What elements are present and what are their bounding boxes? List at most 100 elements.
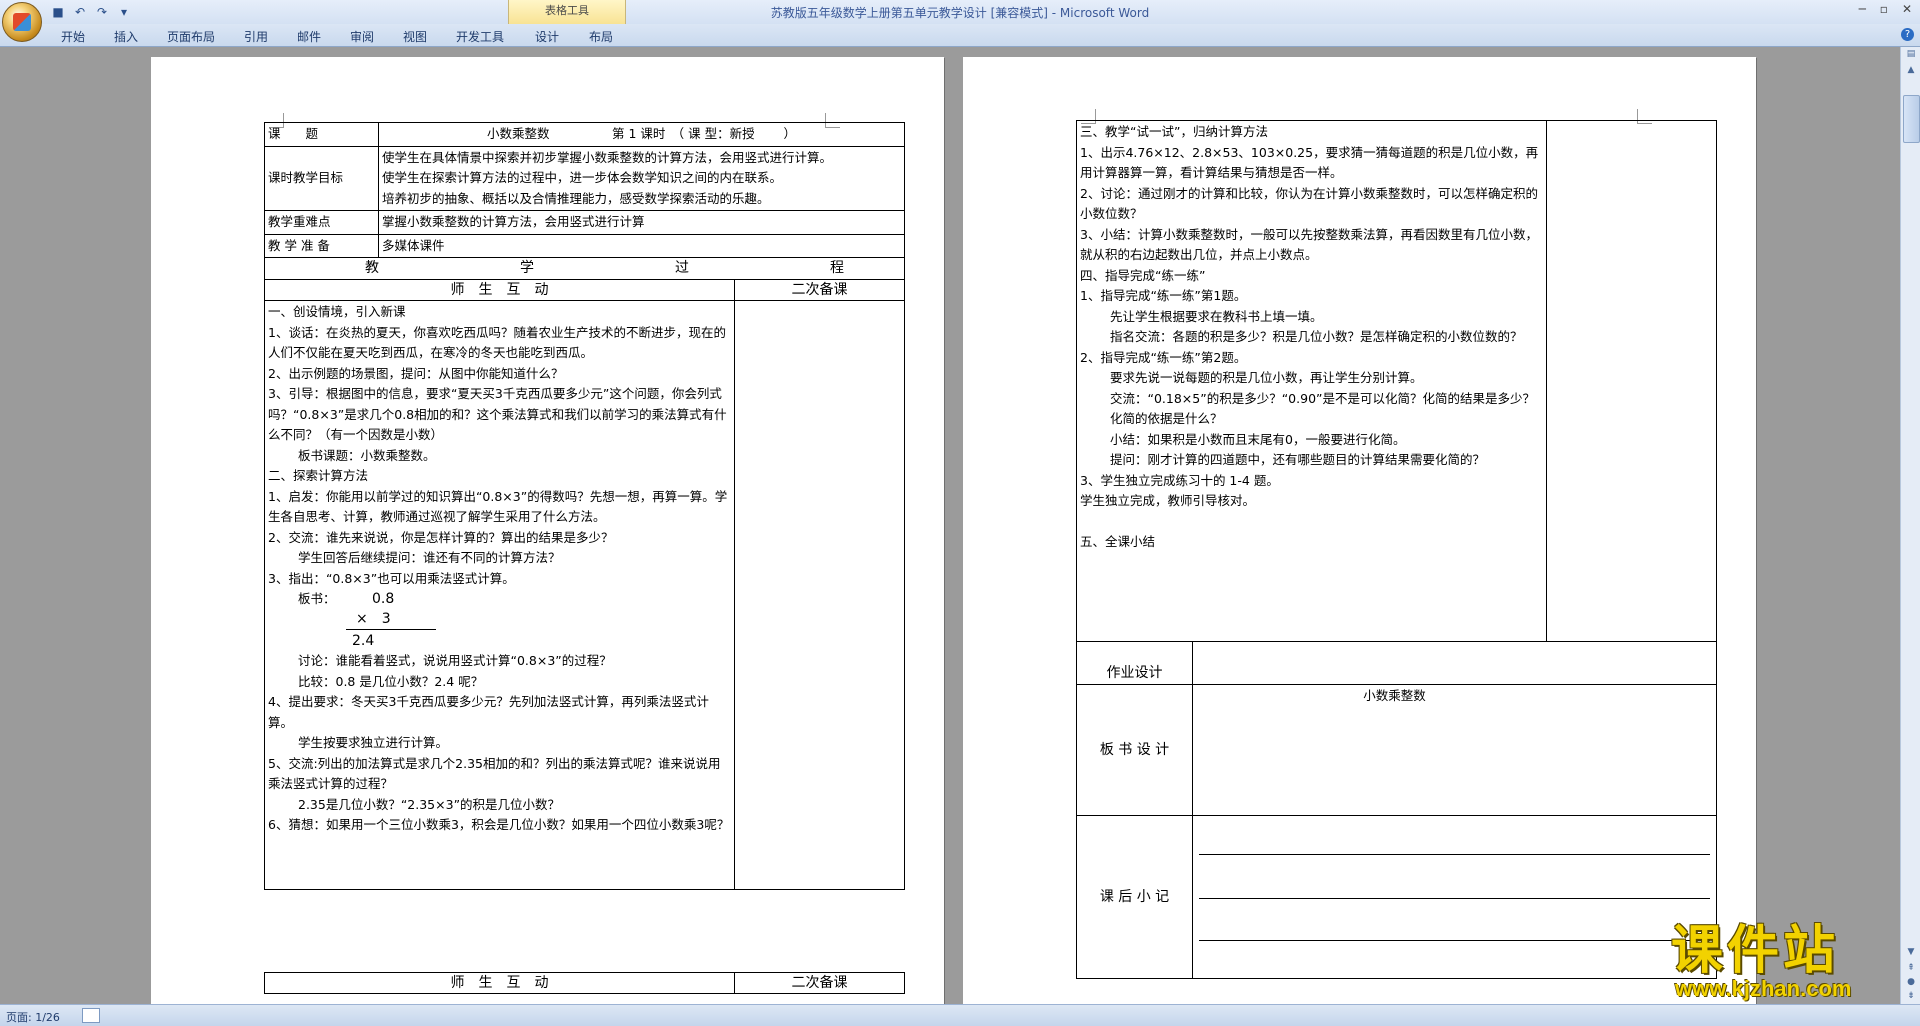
body-line: 6、猜想：如果用一个三位小数乘3，积会是几位小数？如果用一个四位小数乘3呢？	[268, 817, 730, 832]
scroll-down-icon[interactable]: ▼	[1904, 947, 1918, 961]
lesson-plan-table: 课 题 小数乘整数 第 1 课时 （ 课 型：新授 ） 课时教学目标 使学生在具…	[263, 122, 906, 890]
keypoint-value[interactable]: 掌握小数乘整数的计算方法，会用竖式进行计算	[377, 210, 906, 235]
process-char: 程	[830, 260, 844, 276]
homework-label: 作业设计	[1076, 641, 1193, 685]
browse-object-icon[interactable]: ●	[1904, 977, 1918, 991]
context-tab-group-label: 表格工具	[545, 4, 589, 17]
vertical-scrollbar[interactable]: ▤ ▲ ▼ ⇞ ● ⇟	[1900, 47, 1920, 1004]
body-line: 提问：刚才计算的四道题中，还有哪些题目的计算结果需要化简的？	[1110, 452, 1486, 467]
table-row: 一、创设情境，引入新课 1、谈话：在炎热的夏天，你喜欢吃西瓜吗？随着农业生产技术…	[264, 300, 906, 890]
tab-page-layout[interactable]: 页面布局	[167, 28, 215, 45]
body-line: 2、讨论：通过刚才的计算和比较，你认为在计算小数乘整数时，可以怎样确定积的小数位…	[1080, 185, 1538, 222]
keypoint-label: 教学重难点	[264, 210, 379, 235]
tab-review[interactable]: 审阅	[350, 28, 374, 45]
goals-label: 课时教学目标	[264, 145, 379, 211]
page-indicator[interactable]: 页面: 1/26	[6, 1009, 60, 1025]
body-line: 学生回答后继续提问：谁还有不同的计算方法？	[298, 550, 561, 565]
calc-result: 2.4	[352, 633, 375, 649]
body-line: 学生独立完成，教师引导核对。	[1080, 493, 1256, 508]
body-line: 1、启发：你能用以前学过的知识算出“0.8×3”的得数吗？先想一想，再算一算。学…	[268, 488, 728, 525]
body-line: 四、指导完成“练一练”	[1080, 267, 1206, 283]
goals-cell[interactable]: 使学生在具体情景中探索并初步掌握小数乘整数的计算方法，会用竖式进行计算。 使学生…	[377, 145, 906, 211]
body-line: 2、交流：谁先来说说，你是怎样计算的？算出的结果是多少？	[268, 529, 614, 545]
watermark-url: www.kjzhan.com	[1675, 976, 1852, 1001]
site-watermark: 课件站 www.kjzhan.com	[1655, 923, 1903, 1001]
title-bar: ■ ↶ ↷ ▾ 苏教版五年级数学上册第五单元教学设计 [兼容模式] - Micr…	[0, 0, 1920, 24]
table-row: 板 书 设 计 小数乘整数	[1076, 684, 1717, 816]
body-line: 板书课题：小数乘整数。	[298, 447, 436, 463]
note-line	[1199, 854, 1710, 855]
homework-cell[interactable]	[1192, 641, 1717, 685]
close-icon[interactable]: ✕	[1902, 2, 1912, 16]
table-row: 课 后 小 记	[1076, 815, 1717, 979]
help-icon[interactable]: ?	[1901, 28, 1914, 41]
body-line: 要求先说一说每题的积是几位小数，再让学生分别计算。	[1110, 370, 1423, 385]
body-line: 3、学生独立完成练习十的 1-4 题。	[1080, 472, 1279, 488]
body-line: 3、指出：“0.8×3”也可以用乘法竖式计算。	[268, 570, 515, 586]
body-line: 五、全课小结	[1080, 533, 1156, 549]
body-line: 二、探索计算方法	[268, 468, 369, 483]
body-line: 3、引导：根据图中的信息，要求“夏天买3千克西瓜要多少元”这个问题，你会列式吗？…	[268, 386, 727, 442]
body-line: 指名交流：各题的积是多少？积是几位小数？是怎样确定积的小数位数的？	[1110, 329, 1523, 344]
revision-cell[interactable]	[1546, 120, 1717, 642]
next-page-icon[interactable]: ⇟	[1904, 991, 1918, 1005]
table-row: 师 生 互 动 二次备课	[264, 972, 905, 994]
column-header-interaction: 师 生 互 动	[264, 279, 735, 301]
body-line	[1080, 512, 1543, 532]
proofing-icon[interactable]	[82, 1008, 100, 1023]
lesson-plan-table-continued: 三、教学“试一试”，归纳计算方法 1、出示4.76×12、2.8×53、103×…	[1076, 120, 1717, 979]
column-header-revision: 二次备课	[733, 279, 906, 301]
after-class-notes-cell[interactable]	[1192, 815, 1717, 979]
interaction-cell[interactable]: 一、创设情境，引入新课 1、谈话：在炎热的夏天，你喜欢吃西瓜吗？随着农业生产技术…	[264, 300, 735, 890]
interaction-cell[interactable]: 三、教学“试一试”，归纳计算方法 1、出示4.76×12、2.8×53、103×…	[1076, 120, 1547, 642]
calc-label: 板书：	[298, 591, 336, 606]
body-line: 2.35是几位小数？“2.35×3”的积是几位小数？	[298, 796, 561, 812]
previous-page-icon[interactable]: ⇞	[1904, 963, 1918, 977]
maximize-icon[interactable]: ▫	[1880, 2, 1888, 16]
revision-cell[interactable]	[733, 300, 906, 890]
table-row: 作业设计	[1076, 641, 1717, 685]
body-line: 三、教学“试一试”，归纳计算方法	[1080, 124, 1268, 139]
note-line	[1199, 940, 1710, 941]
table-row: 教学重难点 掌握小数乘整数的计算方法，会用竖式进行计算	[264, 210, 906, 235]
office-logo-icon	[13, 13, 31, 31]
body-line: 2、出示例题的场景图，提问：从图中你能知道什么？	[268, 365, 564, 381]
tab-developer[interactable]: 开发工具	[456, 28, 504, 45]
body-line: 4、提出要求：冬天买3千克西瓜要多少元？先列加法竖式计算，再列乘法竖式计算。	[268, 694, 709, 730]
process-char: 教	[365, 260, 379, 276]
document-page-2: 三、教学“试一试”，归纳计算方法 1、出示4.76×12、2.8×53、103×…	[963, 57, 1756, 1004]
body-line: 1、出示4.76×12、2.8×53、103×0.25，要求猜一猜每道题的积是几…	[1080, 144, 1539, 181]
table-row: 师 生 互 动 二次备课	[264, 279, 906, 301]
body-line: 学生按要求独立进行计算。	[298, 735, 449, 750]
table-row: 三、教学“试一试”，归纳计算方法 1、出示4.76×12、2.8×53、103×…	[1076, 120, 1717, 642]
body-line: 一、创设情境，引入新课	[268, 304, 406, 319]
tab-design[interactable]: 设计	[535, 28, 559, 45]
prep-label: 教 学 准 备	[264, 233, 379, 258]
tab-view[interactable]: 视图	[403, 28, 427, 45]
goal-item: 培养初步的抽象、概括以及合情推理能力，感受数学探索活动的乐趣。	[382, 190, 770, 206]
office-button[interactable]	[2, 2, 42, 42]
table-row: 课 题 小数乘整数 第 1 课时 （ 课 型：新授 ）	[264, 122, 906, 147]
process-char: 过	[675, 260, 689, 276]
ribbon-tab-row: 开始 插入 页面布局 引用 邮件 审阅 视图 开发工具 设计 布局	[0, 24, 1920, 47]
board-design-cell[interactable]: 小数乘整数	[1192, 684, 1717, 816]
scroll-up-icon[interactable]: ▲	[1904, 65, 1918, 79]
scrollbar-thumb[interactable]	[1903, 95, 1920, 143]
window-controls: ─ ▫ ✕	[1859, 2, 1912, 16]
tab-insert[interactable]: 插入	[114, 28, 138, 45]
tab-mailings[interactable]: 邮件	[297, 28, 321, 45]
body-line: 讨论：谁能看着竖式，说说用竖式计算“0.8×3”的过程？	[298, 653, 612, 668]
vertical-calculation: 板书： 0.8 × 3 2.4	[268, 589, 731, 651]
tab-home[interactable]: 开始	[61, 28, 85, 45]
prep-value[interactable]: 多媒体课件	[377, 233, 906, 258]
tab-references[interactable]: 引用	[244, 28, 268, 45]
document-workspace: 课 题 小数乘整数 第 1 课时 （ 课 型：新授 ） 课时教学目标 使学生在具…	[0, 47, 1900, 1004]
continuation-table-header: 师 生 互 动 二次备课	[264, 972, 905, 994]
tab-layout[interactable]: 布局	[589, 28, 613, 45]
window-title: 苏教版五年级数学上册第五单元教学设计 [兼容模式] - Microsoft Wo…	[770, 6, 1150, 20]
body-line: 交流：“0.18×5”的积是多少？“0.90”是不是可以化简？化简的结果是多少？…	[1110, 390, 1535, 427]
ruler-toggle-icon[interactable]: ▤	[1904, 49, 1918, 63]
board-design-title: 小数乘整数	[1363, 688, 1426, 703]
lesson-value[interactable]: 小数乘整数 第 1 课时 （ 课 型：新授 ）	[377, 122, 906, 147]
minimize-icon[interactable]: ─	[1859, 2, 1866, 16]
